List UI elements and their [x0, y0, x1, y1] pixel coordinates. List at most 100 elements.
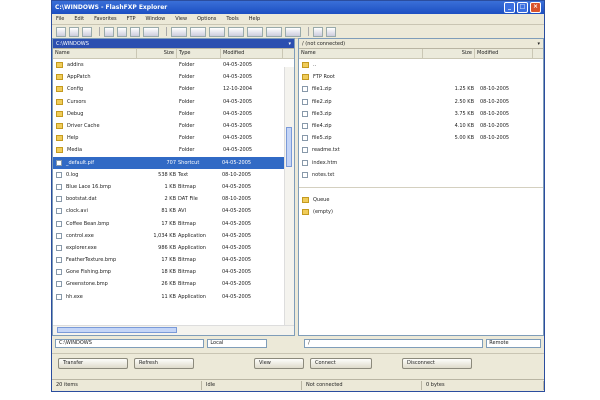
back-icon[interactable] — [56, 26, 66, 37]
table-row[interactable]: Gone Fishing.bmp 18 KB Bitmap 04-05-2005 — [53, 266, 294, 278]
column-size[interactable]: Size — [423, 49, 475, 58]
status-items: 20 items — [52, 381, 202, 390]
options-icon[interactable] — [285, 26, 301, 37]
row-modified: 04-05-2005 — [223, 135, 253, 142]
file-icon — [302, 110, 308, 117]
local-address-input[interactable]: C:\WINDOWS — [55, 338, 205, 348]
table-row[interactable]: Blue Lace 16.bmp 1 KB Bitmap 04-05-2005 — [53, 181, 294, 193]
table-row[interactable]: control.exe 1,034 KB Application 04-05-2005 — [53, 230, 294, 242]
local-horizontal-scrollbar[interactable] — [53, 325, 294, 335]
connect-icon[interactable] — [143, 26, 159, 37]
table-row[interactable]: hh.exe 11 KB Application 04-05-2005 — [53, 291, 294, 303]
row-size: 18 KB — [161, 269, 176, 276]
row-modified: 08-10-2005 — [480, 110, 510, 117]
row-modified: 08-10-2005 — [480, 123, 510, 130]
table-row[interactable]: AppPatch Folder 04-05-2005 — [53, 71, 294, 83]
table-row[interactable]: explorer.exe 986 KB Application 04-05-2005 — [53, 242, 294, 254]
connect-button[interactable]: Connect — [310, 357, 372, 369]
table-row[interactable]: Cursors Folder 04-05-2005 — [53, 96, 294, 108]
list-item[interactable]: (empty) — [299, 206, 543, 218]
menu-tools[interactable]: Tools — [226, 16, 238, 22]
toolbar-separator — [99, 27, 100, 36]
table-row[interactable]: file1.zip 1.25 KB 08-10-2005 — [299, 83, 543, 95]
stop-icon[interactable] — [228, 26, 244, 37]
close-icon[interactable]: × — [530, 2, 541, 13]
local-vertical-scrollbar[interactable] — [284, 67, 294, 325]
chevron-down-icon[interactable]: ▾ — [537, 41, 540, 47]
column-modified[interactable]: Modified — [475, 49, 533, 58]
menu-help[interactable]: Help — [249, 16, 260, 22]
row-size: 1,034 KB — [153, 232, 176, 239]
transfer-button[interactable]: Transfer — [58, 357, 128, 369]
chevron-down-icon[interactable]: ▾ — [288, 41, 291, 47]
delete-icon[interactable] — [130, 26, 140, 37]
local-file-pane[interactable]: C:\WINDOWS ▾ Name Size Type Modified add… — [52, 38, 295, 336]
menu-file[interactable]: File — [56, 16, 64, 22]
table-row[interactable]: Debug Folder 04-05-2005 — [53, 108, 294, 120]
local-site-dropdown[interactable]: Local — [207, 338, 268, 348]
table-row[interactable]: readme.txt — [299, 144, 543, 156]
view-icon[interactable] — [247, 26, 263, 37]
table-row[interactable]: bootstat.dat 2 KB DAT File 08-10-2005 — [53, 193, 294, 205]
remote-path: / (not connected) — [302, 40, 346, 47]
row-type: Folder — [179, 147, 195, 154]
scroll-thumb[interactable] — [286, 127, 292, 167]
menu-options[interactable]: Options — [197, 16, 216, 22]
table-row[interactable]: file2.zip 2.50 KB 08-10-2005 — [299, 96, 543, 108]
table-row[interactable]: Config Folder 12-10-2004 — [53, 83, 294, 95]
folder-icon — [302, 62, 309, 69]
forward-icon[interactable] — [69, 26, 79, 37]
table-row[interactable]: file4.zip 4.10 KB 08-10-2005 — [299, 120, 543, 132]
table-row[interactable]: file5.zip 5.00 KB 08-10-2005 — [299, 132, 543, 144]
table-row[interactable]: index.htm — [299, 157, 543, 169]
table-row[interactable]: .. — [299, 59, 543, 71]
row-type: Folder — [179, 62, 195, 69]
table-row[interactable]: clock.avi 81 KB AVI 04-05-2005 — [53, 205, 294, 217]
column-size[interactable]: Size — [137, 49, 177, 58]
minimize-icon[interactable]: _ — [504, 2, 515, 13]
maximize-icon[interactable]: □ — [517, 2, 528, 13]
queue-icon[interactable] — [190, 26, 206, 37]
remote-file-pane[interactable]: / (not connected) ▾ Name Size Modified .… — [298, 38, 544, 336]
menu-window[interactable]: Window — [146, 16, 166, 22]
table-row[interactable]: _default.pif 707 Shortcut 04-05-2005 — [53, 156, 294, 169]
up-icon[interactable] — [82, 26, 92, 37]
copy-icon[interactable] — [104, 26, 114, 37]
help-icon[interactable] — [313, 26, 323, 37]
row-modified: 04-05-2005 — [223, 62, 253, 69]
view-button[interactable]: View — [254, 357, 304, 369]
refresh-button[interactable]: Refresh — [134, 357, 194, 369]
table-row[interactable]: Driver Cache Folder 04-05-2005 — [53, 120, 294, 132]
list-item[interactable]: Queue — [299, 194, 543, 206]
table-row[interactable]: FTP Root — [299, 71, 543, 83]
column-name[interactable]: Name — [53, 49, 137, 58]
scroll-thumb[interactable] — [57, 327, 177, 333]
paste-icon[interactable] — [117, 26, 127, 37]
menu-view[interactable]: View — [175, 16, 187, 22]
transfer-icon[interactable] — [171, 26, 187, 37]
table-row[interactable]: Greenstone.bmp 26 KB Bitmap 04-05-2005 — [53, 278, 294, 290]
menu-favorites[interactable]: Favorites — [94, 16, 117, 22]
menu-ftp[interactable]: FTP — [127, 16, 136, 22]
table-row[interactable]: notes.txt — [299, 169, 543, 181]
menu-edit[interactable]: Edit — [74, 16, 84, 22]
sites-icon[interactable] — [266, 26, 282, 37]
table-row[interactable]: file3.zip 3.75 KB 08-10-2005 — [299, 108, 543, 120]
remote-address-input[interactable]: / — [304, 338, 484, 348]
menu-bar: File Edit Favorites FTP Window View Opti… — [52, 14, 544, 25]
column-type[interactable]: Type — [177, 49, 221, 58]
row-name: Media — [67, 147, 83, 154]
refresh-icon[interactable] — [209, 26, 225, 37]
table-row[interactable]: FeatherTexture.bmp 17 KB Bitmap 04-05-2005 — [53, 254, 294, 266]
column-modified[interactable]: Modified — [221, 49, 283, 58]
table-row[interactable]: Media Folder 04-05-2005 — [53, 144, 294, 156]
table-row[interactable]: Coffee Bean.bmp 17 KB Bitmap 04-05-2005 — [53, 217, 294, 229]
column-name[interactable]: Name — [299, 49, 423, 58]
disconnect-button[interactable]: Disconnect — [402, 357, 472, 369]
about-icon[interactable] — [326, 26, 336, 37]
remote-site-dropdown[interactable]: Remote — [486, 338, 542, 348]
row-modified: 04-05-2005 — [223, 123, 253, 130]
table-row[interactable]: 0.log 538 KB Text 08-10-2005 — [53, 169, 294, 181]
table-row[interactable]: Help Folder 04-05-2005 — [53, 132, 294, 144]
table-row[interactable]: addins Folder 04-05-2005 — [53, 59, 294, 71]
